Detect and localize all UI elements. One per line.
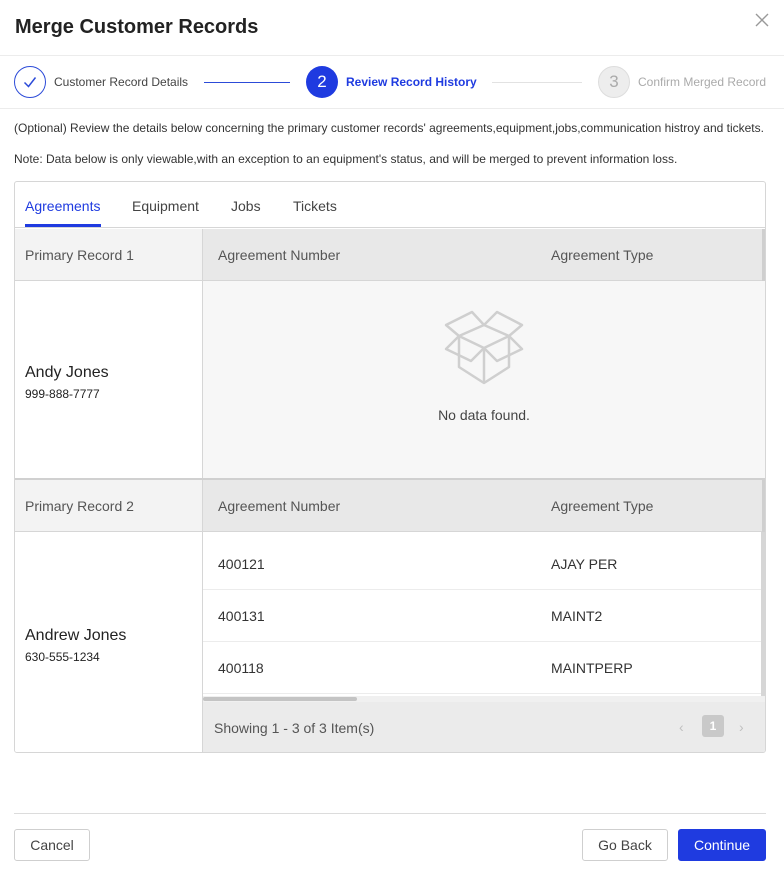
agreement-number-cell: 400118 xyxy=(218,660,264,676)
step-connector-1 xyxy=(204,82,290,83)
footer-divider xyxy=(14,813,766,814)
tab-jobs[interactable]: Jobs xyxy=(231,198,261,214)
continue-button[interactable]: Continue xyxy=(678,829,766,861)
record-1-name: Andy Jones xyxy=(25,364,109,381)
record-2-phone: 630-555-1234 xyxy=(25,650,100,664)
column-agreement-type[interactable]: Agreement Type xyxy=(551,498,653,514)
step-3-number: 3 xyxy=(598,66,630,98)
table-row[interactable]: 400118 MAINTPERP xyxy=(203,642,761,694)
tab-bar: Agreements Equipment Jobs Tickets xyxy=(15,182,765,228)
step-connector-2 xyxy=(492,82,582,83)
agreement-type-cell: MAINTPERP xyxy=(551,660,633,676)
record-1-table-header: Agreement Number Agreement Type xyxy=(203,229,765,281)
agreement-type-cell: MAINT2 xyxy=(551,608,603,624)
empty-state: No data found. xyxy=(203,281,765,478)
cancel-button[interactable]: Cancel xyxy=(14,829,90,861)
agreement-type-cell: AJAY PER xyxy=(551,556,618,572)
stepper: Customer Record Details 2 Review Record … xyxy=(0,56,784,108)
step-3-label: Confirm Merged Record xyxy=(638,75,767,89)
optional-note: (Optional) Review the details below conc… xyxy=(14,121,764,135)
record-2-name: Andrew Jones xyxy=(25,627,127,644)
record-2-info: Andrew Jones 630-555-1234 xyxy=(15,532,203,752)
page-number-button[interactable]: 1 xyxy=(702,715,724,737)
table-row[interactable]: 400131 MAINT2 xyxy=(203,590,761,642)
record-2-table-header: Agreement Number Agreement Type xyxy=(203,480,765,532)
tab-agreements[interactable]: Agreements xyxy=(25,198,100,214)
step-2-label: Review Record History xyxy=(346,75,477,89)
column-resize-handle[interactable] xyxy=(762,229,765,281)
prev-page-icon[interactable]: ‹ xyxy=(679,719,684,735)
check-icon xyxy=(23,77,37,88)
record-2-header: Primary Record 2 xyxy=(15,480,203,532)
go-back-button[interactable]: Go Back xyxy=(582,829,668,861)
next-page-icon[interactable]: › xyxy=(739,719,744,735)
column-agreement-type[interactable]: Agreement Type xyxy=(551,247,653,263)
viewable-note: Note: Data below is only viewable,with a… xyxy=(14,152,678,166)
close-icon[interactable] xyxy=(753,11,771,29)
pagination-summary: Showing 1 - 3 of 3 Item(s) xyxy=(214,720,375,736)
pagination-bar: Showing 1 - 3 of 3 Item(s) ‹ 1 › xyxy=(203,702,765,752)
column-agreement-number[interactable]: Agreement Number xyxy=(218,498,340,514)
record-1-header: Primary Record 1 xyxy=(15,229,203,281)
agreement-number-cell: 400131 xyxy=(218,608,265,624)
step-1-label: Customer Record Details xyxy=(54,75,189,89)
stepper-divider xyxy=(0,108,784,109)
history-panel: Agreements Equipment Jobs Tickets Primar… xyxy=(14,181,766,753)
empty-box-icon xyxy=(441,305,527,394)
step-1-complete xyxy=(14,66,46,98)
empty-state-text: No data found. xyxy=(438,407,530,423)
column-agreement-number[interactable]: Agreement Number xyxy=(218,247,340,263)
tab-equipment[interactable]: Equipment xyxy=(132,198,199,214)
step-2-number: 2 xyxy=(306,66,338,98)
table-row[interactable]: 400121 AJAY PER xyxy=(203,538,761,590)
agreement-number-cell: 400121 xyxy=(218,556,265,572)
active-tab-indicator xyxy=(25,224,101,227)
tab-tickets[interactable]: Tickets xyxy=(293,198,337,214)
record-1-info: Andy Jones 999-888-7777 xyxy=(15,281,203,478)
vertical-scrollbar[interactable] xyxy=(761,532,765,698)
horizontal-scrollbar-thumb[interactable] xyxy=(203,697,357,701)
record-1-phone: 999-888-7777 xyxy=(25,387,100,401)
dialog-title: Merge Customer Records xyxy=(15,16,259,38)
column-resize-handle[interactable] xyxy=(762,480,765,532)
